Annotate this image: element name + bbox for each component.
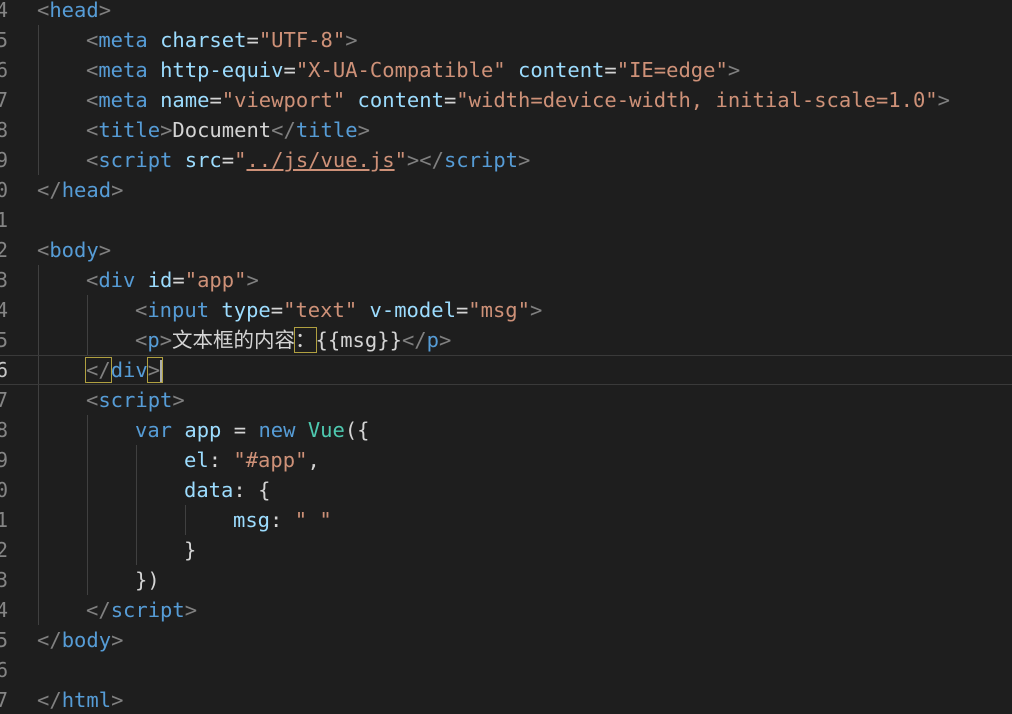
- line-number: 0: [0, 478, 8, 502]
- code-line[interactable]: 0 data: {: [0, 475, 1012, 505]
- line-number-active: 6: [0, 358, 8, 382]
- code-text: <meta name="viewport" content="width=dev…: [86, 88, 950, 112]
- code-text: <p>文本框的内容：{{msg}}</p>: [135, 327, 452, 353]
- code-text: }: [184, 538, 197, 562]
- code-line[interactable]: 5 <p>文本框的内容：{{msg}}</p>: [0, 325, 1012, 355]
- code-text: <script>: [86, 388, 185, 412]
- code-text: </body>: [37, 628, 124, 652]
- code-text: <title>Document</title>: [86, 118, 370, 142]
- code-text: <input type="text" v-model="msg">: [135, 298, 543, 322]
- code-line[interactable]: 9 el: "#app",: [0, 445, 1012, 475]
- code-text: <head>: [37, 0, 112, 22]
- line-number: 7: [0, 88, 8, 112]
- code-text: </script>: [86, 598, 198, 622]
- code-line[interactable]: 2 <body>: [0, 235, 1012, 265]
- code-line[interactable]: 7 <script>: [0, 385, 1012, 415]
- line-number: 1: [0, 508, 8, 532]
- code-line[interactable]: 4 </script>: [0, 595, 1012, 625]
- code-line[interactable]: 2 }: [0, 535, 1012, 565]
- highlighted-character: ：: [294, 327, 317, 353]
- code-line[interactable]: 8 var app = new Vue({: [0, 415, 1012, 445]
- code-line[interactable]: 1: [0, 205, 1012, 235]
- code-line[interactable]: 7 </html>: [0, 685, 1012, 714]
- code-line[interactable]: 6: [0, 655, 1012, 685]
- line-number: 8: [0, 418, 8, 442]
- line-number: 5: [0, 328, 8, 352]
- line-number: 7: [0, 388, 8, 412]
- code-line[interactable]: 3 <div id="app">: [0, 265, 1012, 295]
- line-number: 5: [0, 28, 8, 52]
- line-number: 1: [0, 208, 8, 232]
- code-text: <script src="../js/vue.js"></script>: [86, 148, 531, 172]
- line-number: 3: [0, 568, 8, 592]
- line-number: 7: [0, 688, 8, 712]
- code-line[interactable]: 5 <meta charset="UTF-8">: [0, 25, 1012, 55]
- line-number: 9: [0, 148, 8, 172]
- line-number: 4: [0, 298, 8, 322]
- code-text: el: "#app",: [184, 448, 320, 472]
- code-line[interactable]: 3 }): [0, 565, 1012, 595]
- code-line[interactable]: 7 <meta name="viewport" content="width=d…: [0, 85, 1012, 115]
- code-text: data: {: [184, 478, 271, 502]
- line-number: 0: [0, 178, 8, 202]
- code-line[interactable]: 4 <input type="text" v-model="msg">: [0, 295, 1012, 325]
- code-text: <meta http-equiv="X-UA-Compatible" conte…: [86, 58, 741, 82]
- code-line[interactable]: 6 <meta http-equiv="X-UA-Compatible" con…: [0, 55, 1012, 85]
- line-number: 4: [0, 598, 8, 622]
- line-number: 6: [0, 658, 8, 682]
- code-line[interactable]: 1 msg: " ": [0, 505, 1012, 535]
- code-line-current[interactable]: 6 </div>: [0, 355, 1012, 385]
- line-number: 2: [0, 538, 8, 562]
- code-text: <body>: [37, 238, 112, 262]
- bracket-match: >: [146, 357, 164, 383]
- code-editor[interactable]: 4 <head> 5 <meta charset="UTF-8"> 6 <met…: [0, 0, 1012, 714]
- code-text: }): [135, 568, 160, 592]
- line-number: 6: [0, 58, 8, 82]
- code-text: <div id="app">: [86, 268, 259, 292]
- code-line[interactable]: 9 <script src="../js/vue.js"></script>: [0, 145, 1012, 175]
- script-src-link[interactable]: ../js/vue.js: [246, 148, 394, 172]
- code-line[interactable]: 8 <title>Document</title>: [0, 115, 1012, 145]
- line-number: 2: [0, 238, 8, 262]
- code-text: </div>: [85, 357, 164, 383]
- code-line[interactable]: 4 <head>: [0, 0, 1012, 25]
- code-line[interactable]: 5 </body>: [0, 625, 1012, 655]
- line-number: 9: [0, 448, 8, 472]
- line-number: 5: [0, 628, 8, 652]
- bracket-match: </: [85, 357, 112, 383]
- code-text: <meta charset="UTF-8">: [86, 28, 358, 52]
- code-text: </head>: [37, 178, 124, 202]
- code-text: var app = new Vue({: [135, 418, 370, 442]
- code-text: msg: " ": [233, 508, 332, 532]
- line-number: 8: [0, 118, 8, 142]
- code-text: </html>: [37, 688, 124, 712]
- code-line[interactable]: 0 </head>: [0, 175, 1012, 205]
- line-number: 3: [0, 268, 8, 292]
- line-number: 4: [0, 0, 8, 22]
